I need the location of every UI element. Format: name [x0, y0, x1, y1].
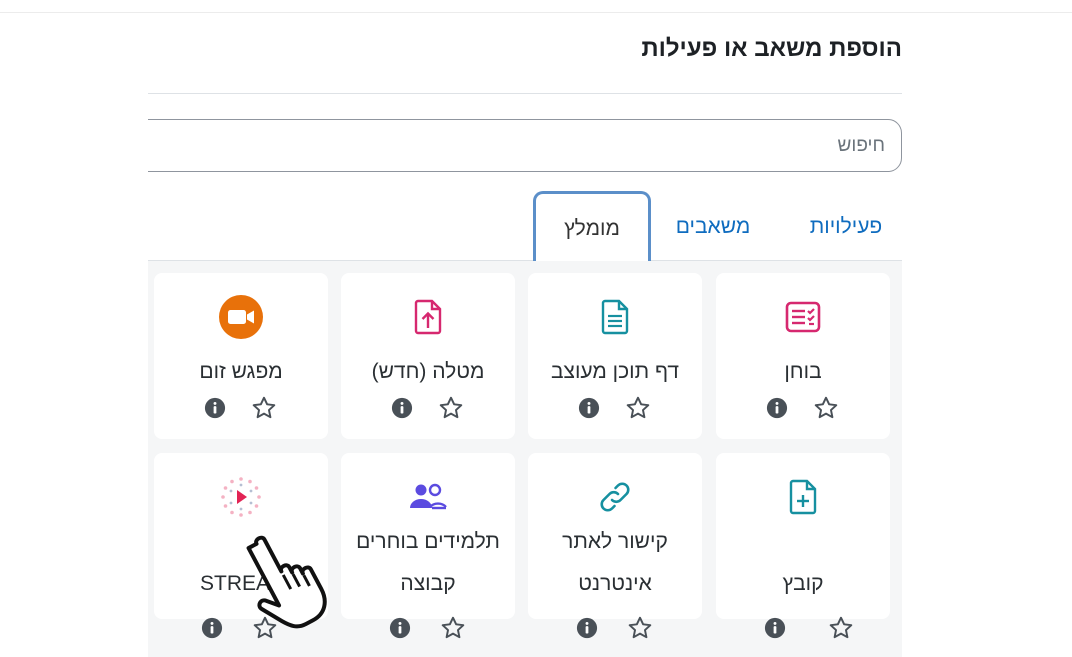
info-icon[interactable]	[201, 617, 223, 639]
search-input[interactable]	[148, 119, 902, 172]
info-icon[interactable]	[764, 617, 786, 639]
module-name: דף תוכן מעוצב	[550, 360, 680, 383]
hand-pointer-cursor-icon	[246, 535, 327, 629]
tab-resources[interactable]: משאבים	[654, 191, 772, 261]
stream-play-icon	[154, 475, 328, 519]
info-icon[interactable]	[389, 617, 411, 639]
star-icon[interactable]	[251, 395, 277, 421]
info-icon[interactable]	[204, 397, 226, 419]
star-icon[interactable]	[828, 615, 854, 641]
module-card-zoom[interactable]: מפגש זום	[154, 273, 328, 439]
info-icon[interactable]	[766, 397, 788, 419]
dialog-title: הוספת משאב או פעילות	[641, 35, 902, 62]
module-card-quiz[interactable]: בוחן	[716, 273, 890, 439]
star-icon[interactable]	[625, 395, 651, 421]
file-add-icon	[716, 475, 890, 519]
quiz-icon	[716, 295, 890, 339]
module-card-url[interactable]: קישור לאתר אינטרנט	[528, 453, 702, 619]
info-icon[interactable]	[576, 617, 598, 639]
star-icon[interactable]	[440, 615, 466, 641]
module-card-group-choice[interactable]: תלמידים בוחרים קבוצה	[341, 453, 515, 619]
module-name: קובץ	[782, 572, 824, 595]
assignment-upload-icon	[341, 295, 515, 339]
module-name: קישור לאתר אינטרנט	[562, 530, 668, 595]
module-name: מטלה (חדש)	[371, 360, 485, 383]
module-card-page[interactable]: דף תוכן מעוצב	[528, 273, 702, 439]
module-card-assignment[interactable]: מטלה (חדש)	[341, 273, 515, 439]
module-name: מפגש זום	[199, 360, 283, 383]
info-icon[interactable]	[391, 397, 413, 419]
tab-activities[interactable]: פעילויות	[790, 191, 902, 261]
header-divider	[148, 93, 902, 94]
tab-recommended[interactable]: מומלץ	[533, 191, 651, 264]
module-card-file[interactable]: קובץ	[716, 453, 890, 619]
module-name: תלמידים בוחרים קבוצה	[356, 530, 500, 595]
module-tabs: פעילויות משאבים מומלץ	[148, 191, 902, 264]
info-icon[interactable]	[578, 397, 600, 419]
module-name: בוחן	[784, 360, 822, 383]
star-icon[interactable]	[813, 395, 839, 421]
page-icon	[528, 295, 702, 339]
zoom-video-icon	[154, 295, 328, 339]
link-icon	[528, 475, 702, 519]
group-choice-icon	[341, 475, 515, 519]
star-icon[interactable]	[438, 395, 464, 421]
star-icon[interactable]	[627, 615, 653, 641]
